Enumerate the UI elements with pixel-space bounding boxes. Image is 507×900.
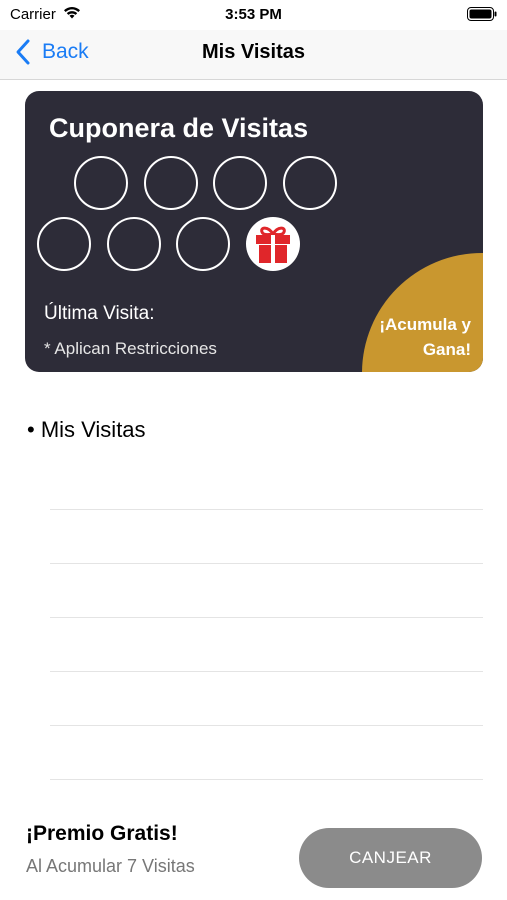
reward-title: ¡Premio Gratis! xyxy=(26,822,178,845)
clock: 3:53 PM xyxy=(225,6,282,23)
navigation-bar: Back Mis Visitas xyxy=(0,30,507,80)
list-separator xyxy=(50,617,483,618)
stamp-slot-5 xyxy=(37,217,91,271)
list-separator xyxy=(50,563,483,564)
stamp-slot-1 xyxy=(74,156,128,210)
gift-stamp xyxy=(246,217,300,271)
stamp-slot-4 xyxy=(283,156,337,210)
card-title: Cuponera de Visitas xyxy=(49,113,309,143)
promo-text: ¡Acumula y Gana! xyxy=(379,315,471,359)
list-separator xyxy=(50,725,483,726)
coupon-card: Cuponera de Visitas Última Visita: * Apl… xyxy=(25,91,483,372)
reward-subtitle: Al Acumular 7 Visitas xyxy=(26,856,195,876)
page-title: Mis Visitas xyxy=(201,41,306,63)
visits-heading: • Mis Visitas xyxy=(27,417,146,442)
list-separator xyxy=(50,779,483,780)
stamp-slot-2 xyxy=(144,156,198,210)
last-visit-label: Última Visita: xyxy=(44,303,155,324)
stamp-slot-6 xyxy=(107,217,161,271)
list-separator xyxy=(50,509,483,510)
gift-icon xyxy=(256,226,290,263)
stamp-slot-3 xyxy=(213,156,267,210)
redeem-button[interactable]: CANJEAR xyxy=(299,828,482,888)
list-separator xyxy=(50,671,483,672)
battery-icon xyxy=(467,7,497,21)
status-bar: Carrier 3:53 PM xyxy=(0,0,507,30)
stamp-slot-7 xyxy=(176,217,230,271)
restrictions-note: * Aplican Restricciones xyxy=(44,339,217,358)
